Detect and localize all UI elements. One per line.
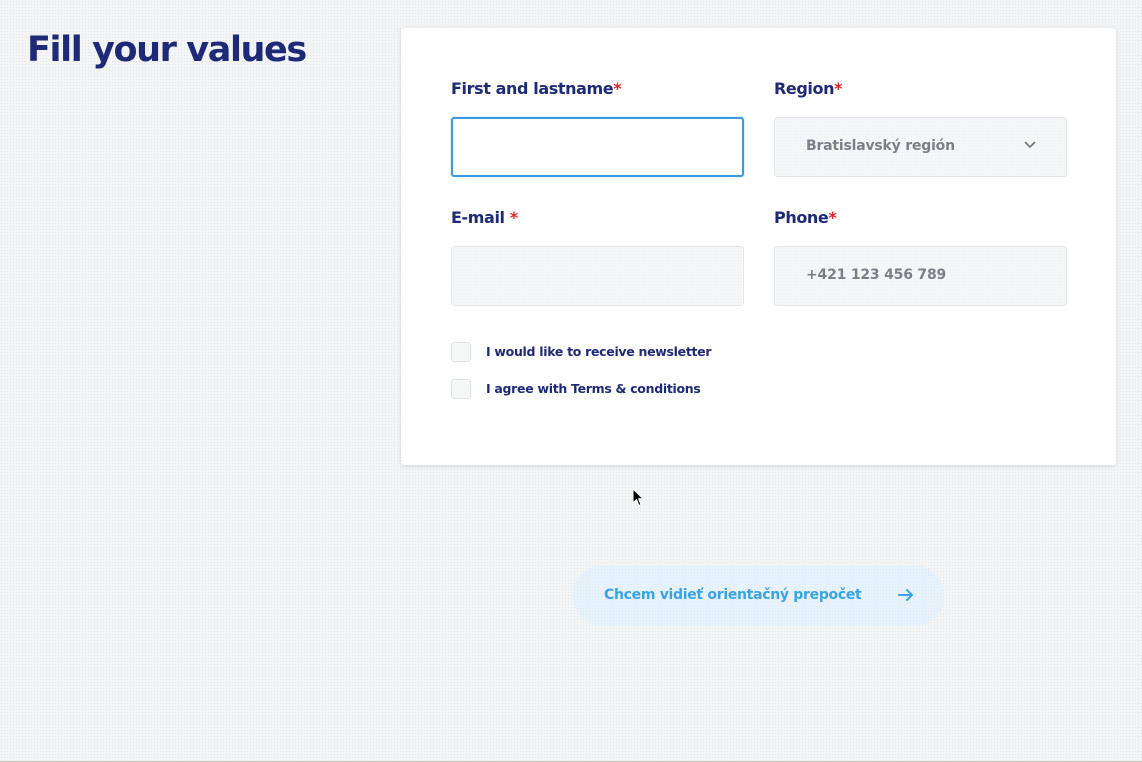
terms-checkbox[interactable]: [451, 379, 471, 399]
mouse-pointer-icon: [632, 488, 644, 506]
form-card: First and lastname* Region* Bratislavský…: [401, 28, 1116, 465]
phone-label: Phone*: [774, 208, 837, 228]
phone-input[interactable]: +421 123 456 789: [774, 246, 1067, 306]
required-asterisk: *: [834, 79, 843, 98]
region-label: Region*: [774, 79, 842, 99]
page-title: Fill your values: [27, 30, 307, 70]
phone-placeholder: +421 123 456 789: [806, 267, 947, 283]
required-asterisk: *: [613, 79, 622, 98]
required-asterisk: *: [509, 208, 518, 227]
email-input[interactable]: [451, 246, 744, 306]
name-input[interactable]: [451, 117, 744, 177]
phone-label-text: Phone: [774, 208, 829, 227]
terms-label[interactable]: I agree with Terms & conditions: [486, 380, 701, 398]
show-estimate-button[interactable]: Chcem vidieť orientačný prepočet: [573, 565, 944, 626]
required-asterisk: *: [828, 208, 837, 227]
region-selected-value: Bratislavský región: [806, 138, 955, 154]
newsletter-label[interactable]: I would like to receive newsletter: [486, 343, 712, 361]
name-label: First and lastname*: [451, 79, 622, 99]
arrow-right-icon: [898, 589, 913, 601]
chevron-down-icon: [1024, 141, 1036, 148]
name-label-text: First and lastname: [451, 79, 614, 98]
show-estimate-label: Chcem vidieť orientačný prepočet: [604, 587, 862, 603]
email-label-text: E-mail: [451, 208, 510, 227]
newsletter-checkbox[interactable]: [451, 342, 471, 362]
email-label: E-mail *: [451, 208, 518, 228]
region-label-text: Region: [774, 79, 835, 98]
region-select[interactable]: Bratislavský región: [774, 117, 1067, 177]
